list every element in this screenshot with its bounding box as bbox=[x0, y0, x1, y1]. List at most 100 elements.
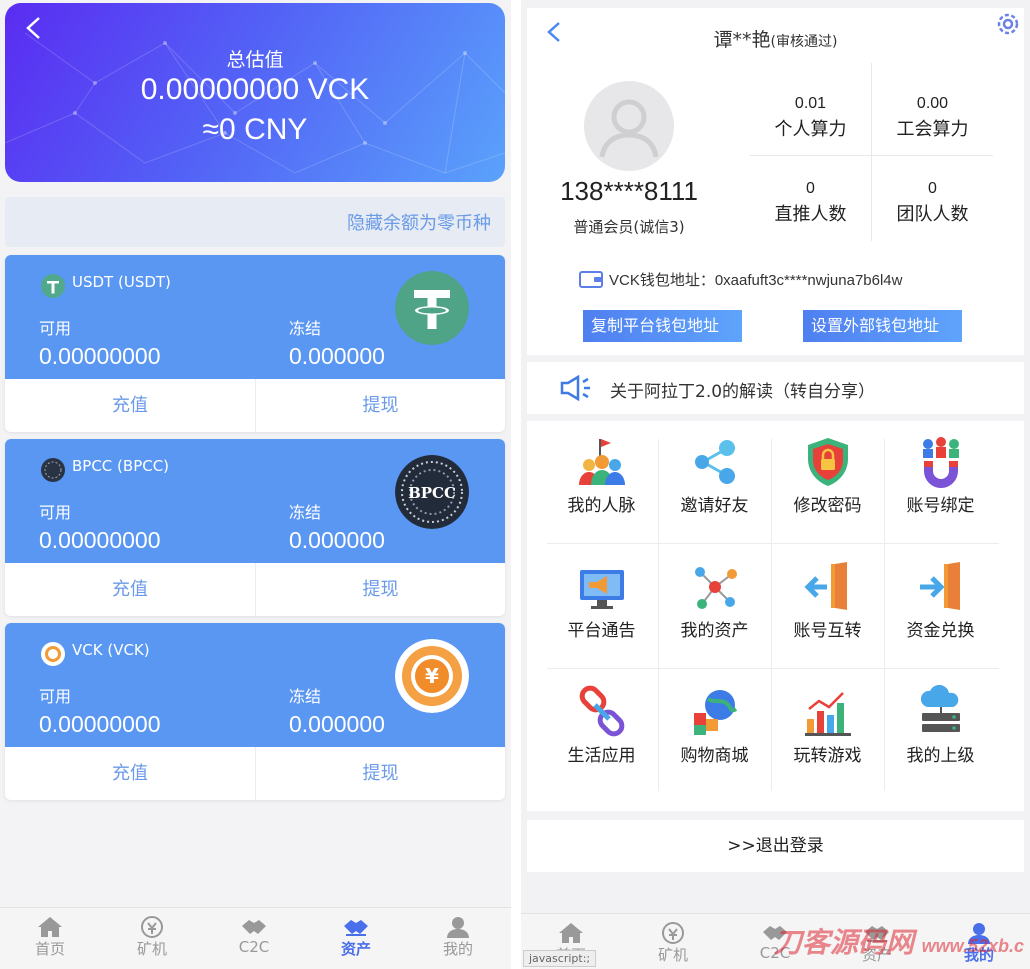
available-amount: 0.00000000 bbox=[39, 711, 161, 737]
frozen-amount: 0.000000 bbox=[289, 711, 385, 737]
menu-label: 购物商城 bbox=[680, 746, 749, 766]
announcement-text: 关于阿拉丁2.0的解读（转自分享） bbox=[610, 382, 876, 402]
menu-account-transfer[interactable]: 账号互转 bbox=[771, 546, 884, 671]
home-icon bbox=[559, 923, 583, 943]
miner-icon bbox=[662, 922, 684, 944]
miner-icon bbox=[141, 916, 163, 938]
tab-label: 资产 bbox=[340, 940, 371, 958]
copy-platform-wallet-button[interactable]: 复制平台钱包地址 bbox=[583, 310, 742, 342]
menu-label: 账号绑定 bbox=[906, 496, 975, 516]
people-flag-icon bbox=[578, 439, 625, 485]
home-icon bbox=[38, 917, 62, 937]
menu-invite-friends[interactable]: 邀请好友 bbox=[658, 421, 771, 546]
valuation-amount: 0.00000000 VCK bbox=[140, 73, 370, 106]
tab-label: 矿机 bbox=[657, 946, 688, 964]
bpcc-logo-icon: BPCC bbox=[395, 455, 469, 529]
stat-value: 0.01 bbox=[794, 95, 827, 112]
menu-label: 玩转游戏 bbox=[793, 746, 862, 766]
withdraw-button[interactable]: 提现 bbox=[255, 563, 505, 616]
menu-account-binding[interactable]: 账号绑定 bbox=[884, 421, 997, 546]
avatar[interactable] bbox=[584, 81, 674, 171]
menu-label: 资金兑换 bbox=[906, 621, 975, 641]
menu-my-network[interactable]: 我的人脉 bbox=[545, 421, 658, 546]
vck-logo-icon: ¥ bbox=[395, 639, 469, 713]
frozen-label: 冻结 bbox=[289, 319, 322, 338]
available-label: 可用 bbox=[39, 319, 72, 338]
vck-small-icon bbox=[41, 642, 65, 666]
stat-personal-power: 0.01 个人算力 bbox=[750, 63, 871, 152]
magnet-people-icon bbox=[922, 437, 959, 488]
menu-label: 我的资产 bbox=[680, 621, 749, 641]
menu-life-apps[interactable]: 生活应用 bbox=[545, 671, 658, 796]
menu-change-password[interactable]: 修改密码 bbox=[771, 421, 884, 546]
hide-zero-balance-bar: 隐藏余额为零币种 bbox=[5, 197, 505, 247]
wallet-icon bbox=[579, 271, 603, 288]
tab-c2c[interactable]: C2C bbox=[204, 916, 304, 956]
bar-chart-icon bbox=[804, 692, 851, 736]
menu-my-assets[interactable]: 我的资产 bbox=[658, 546, 771, 671]
menu-platform-notice[interactable]: 平台通告 bbox=[545, 546, 658, 671]
withdraw-button[interactable]: 提现 bbox=[255, 747, 505, 800]
coin-card-bpcc: BPCC (BPCC) 可用 冻结 0.00000000 0.000000 BP… bbox=[5, 439, 505, 616]
deposit-button[interactable]: 充值 bbox=[5, 379, 255, 432]
menu-fund-exchange[interactable]: 资金兑换 bbox=[884, 546, 997, 671]
shield-lock-icon bbox=[807, 438, 848, 486]
tab-mine[interactable]: 我的 bbox=[408, 916, 508, 959]
available-amount: 0.00000000 bbox=[39, 527, 161, 553]
menu-play-games[interactable]: 玩转游戏 bbox=[771, 671, 884, 796]
announcement-bar[interactable]: 关于阿拉丁2.0的解读（转自分享） bbox=[527, 362, 1024, 414]
stats-grid: 0.01 个人算力 0.00 工会算力 0 直推人数 0 团队人数 bbox=[750, 63, 993, 241]
tab-label: 我的 bbox=[442, 940, 473, 958]
logout-button[interactable]: >>退出登录 bbox=[527, 820, 1024, 872]
frozen-label: 冻结 bbox=[289, 503, 322, 522]
cloud-server-icon bbox=[920, 685, 960, 732]
wallet-address: VCK钱包地址：0xaafuft3c****nwjuna7b6l4w bbox=[579, 269, 902, 290]
set-external-wallet-button[interactable]: 设置外部钱包地址 bbox=[803, 310, 962, 342]
withdraw-button[interactable]: 提现 bbox=[255, 379, 505, 432]
wallet-address-text: VCK钱包地址：0xaafuft3c****nwjuna7b6l4w bbox=[609, 272, 903, 289]
menu-shopping-mall[interactable]: 购物商城 bbox=[658, 671, 771, 796]
member-level: 普通会员(诚信3) bbox=[573, 218, 685, 236]
globe-boxes-icon bbox=[693, 690, 737, 735]
bottom-tab-bar: 首页 矿机 C2C 资产 我的 刀客源码网 www.52xb.c bbox=[521, 913, 1030, 969]
hide-zero-balance-toggle[interactable]: 隐藏余额为零币种 bbox=[347, 209, 491, 235]
stat-label: 个人算力 bbox=[774, 119, 847, 140]
tab-assets[interactable]: 资产 bbox=[306, 916, 406, 959]
menu-my-superior[interactable]: 我的上级 bbox=[884, 671, 997, 796]
stat-value: 0 bbox=[928, 180, 937, 197]
stat-label: 直推人数 bbox=[774, 204, 847, 225]
bpcc-small-icon bbox=[41, 458, 65, 482]
tab-label: 首页 bbox=[34, 940, 65, 958]
stat-guild-power: 0.00 工会算力 bbox=[872, 63, 993, 152]
stat-label: 工会算力 bbox=[896, 119, 969, 140]
back-arrow-icon[interactable] bbox=[19, 13, 49, 43]
assets-panel: 总估值 0.00000000 VCK ≈0 CNY 隐藏余额为零币种 USDT … bbox=[0, 0, 511, 969]
coin-name: VCK (VCK) bbox=[72, 641, 150, 659]
assets-icon bbox=[344, 920, 368, 936]
frozen-amount: 0.000000 bbox=[289, 527, 385, 553]
menu-label: 邀请好友 bbox=[680, 496, 749, 516]
menu-label: 账号互转 bbox=[793, 621, 862, 641]
share-icon bbox=[694, 440, 735, 484]
vck-logo-text: ¥ bbox=[425, 664, 439, 688]
tab-home[interactable]: 首页 bbox=[0, 916, 100, 959]
usdt-logo-icon bbox=[395, 271, 469, 345]
available-label: 可用 bbox=[39, 503, 72, 522]
menu-label: 平台通告 bbox=[567, 621, 636, 641]
menu-label: 修改密码 bbox=[793, 496, 862, 516]
available-label: 可用 bbox=[39, 687, 72, 706]
tab-miner[interactable]: 矿机 bbox=[102, 916, 202, 959]
default-avatar-icon bbox=[599, 99, 659, 158]
stat-direct-referrals: 0 直推人数 bbox=[750, 148, 871, 237]
bottom-tab-bar: 首页 矿机 C2C 资产 我的 bbox=[0, 907, 511, 969]
frozen-amount: 0.000000 bbox=[289, 343, 385, 369]
watermark: 刀客源码网 www.52xb.c bbox=[773, 927, 1024, 958]
user-name: 谭**艳(审核通过) bbox=[527, 25, 1024, 52]
gear-icon[interactable] bbox=[994, 10, 1022, 38]
stat-label: 团队人数 bbox=[896, 204, 969, 225]
tab-miner[interactable]: 矿机 bbox=[623, 922, 723, 965]
deposit-button[interactable]: 充值 bbox=[5, 563, 255, 616]
available-amount: 0.00000000 bbox=[39, 343, 161, 369]
deposit-button[interactable]: 充值 bbox=[5, 747, 255, 800]
stat-team-size: 0 团队人数 bbox=[872, 148, 993, 237]
